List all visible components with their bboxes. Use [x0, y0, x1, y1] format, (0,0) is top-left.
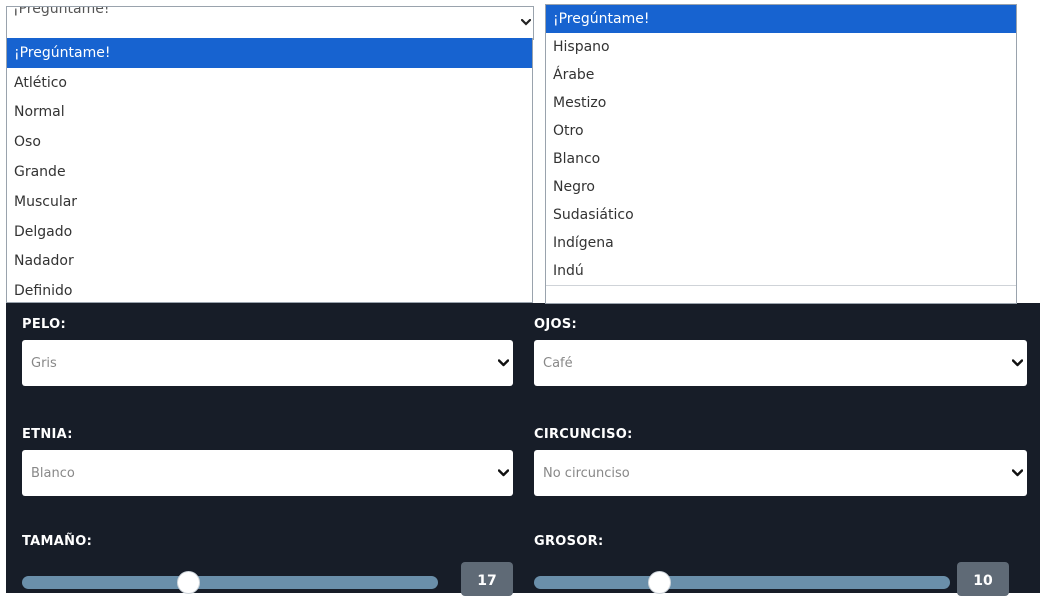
circumcised-select-value: No circunciso [543, 465, 630, 481]
body-type-option[interactable]: Muscular [7, 187, 532, 217]
chevron-down-icon [497, 357, 509, 369]
thickness-value-badge: 10 [957, 562, 1009, 596]
ethnicity-option[interactable]: Sudasiático [546, 201, 1016, 229]
body-type-option[interactable]: Delgado [7, 217, 532, 247]
chevron-down-icon [520, 11, 532, 30]
ethnicity-option[interactable]: Mestizo [546, 89, 1016, 117]
eyes-label: OJOS: [534, 317, 578, 332]
chevron-down-icon [497, 467, 509, 479]
thickness-slider-thumb[interactable] [648, 571, 671, 594]
body-type-option[interactable]: Nadador [7, 247, 532, 277]
body-type-select[interactable]: ¡Pregúntame! [6, 6, 534, 40]
body-type-dropdown: ¡Pregúntame! Atlético Normal Oso Grande Muscu… [6, 38, 533, 303]
ethnicity-option[interactable]: Árabe [546, 61, 1016, 89]
ethnicity-label: ETNIA: [22, 427, 73, 442]
circumcised-label: CIRCUNCISO: [534, 427, 633, 442]
ethnicity-option[interactable]: Otro [546, 117, 1016, 145]
thickness-slider-track[interactable] [534, 576, 950, 589]
ethnicity-option[interactable]: Indígena [546, 229, 1016, 257]
hair-select-value: Gris [31, 355, 57, 371]
size-slider-track[interactable] [22, 576, 438, 589]
size-value-badge: 17 [461, 562, 513, 596]
ethnicity-option[interactable]: Negro [546, 173, 1016, 201]
body-type-option[interactable]: Oso [7, 127, 532, 157]
ethnicity-option[interactable]: Hispano [546, 33, 1016, 61]
screenshot-composite: PELO: OJOS: Gris Café ETNIA: CIRCUNCISO:… [0, 0, 1045, 596]
body-type-option[interactable]: ¡Pregúntame! [7, 38, 532, 68]
ethnicity-option[interactable]: Blanco [546, 145, 1016, 173]
thickness-label: GROSOR: [534, 534, 604, 549]
eyes-select[interactable]: Café [534, 340, 1027, 386]
body-type-option[interactable]: Grande [7, 157, 532, 187]
chevron-down-icon [1011, 357, 1023, 369]
size-slider-thumb[interactable] [177, 571, 200, 594]
ethnicity-option[interactable]: ¡Pregúntame! [546, 5, 1016, 33]
ethnicity-select[interactable]: Blanco [22, 450, 513, 496]
eyes-select-value: Café [543, 355, 573, 371]
body-type-option[interactable]: Atlético [7, 68, 532, 98]
chevron-down-icon [1011, 467, 1023, 479]
body-type-option[interactable]: Normal [7, 98, 532, 128]
ethnicity-select-value: Blanco [31, 465, 75, 481]
circumcised-select[interactable]: No circunciso [534, 450, 1027, 496]
hair-label: PELO: [22, 317, 66, 332]
ethnicity-option[interactable]: Indú [546, 257, 1016, 285]
profile-form-panel: PELO: OJOS: Gris Café ETNIA: CIRCUNCISO:… [6, 303, 1040, 596]
body-type-select-value: ¡Pregúntame! [13, 6, 110, 17]
dropdown-divider [546, 285, 1016, 286]
size-label: TAMAÑO: [22, 534, 93, 549]
hair-select[interactable]: Gris [22, 340, 513, 386]
body-type-option[interactable]: Definido [7, 276, 532, 306]
ethnicity-dropdown: ¡Pregúntame! Hispano Árabe Mestizo Otro Blanc… [545, 4, 1017, 304]
